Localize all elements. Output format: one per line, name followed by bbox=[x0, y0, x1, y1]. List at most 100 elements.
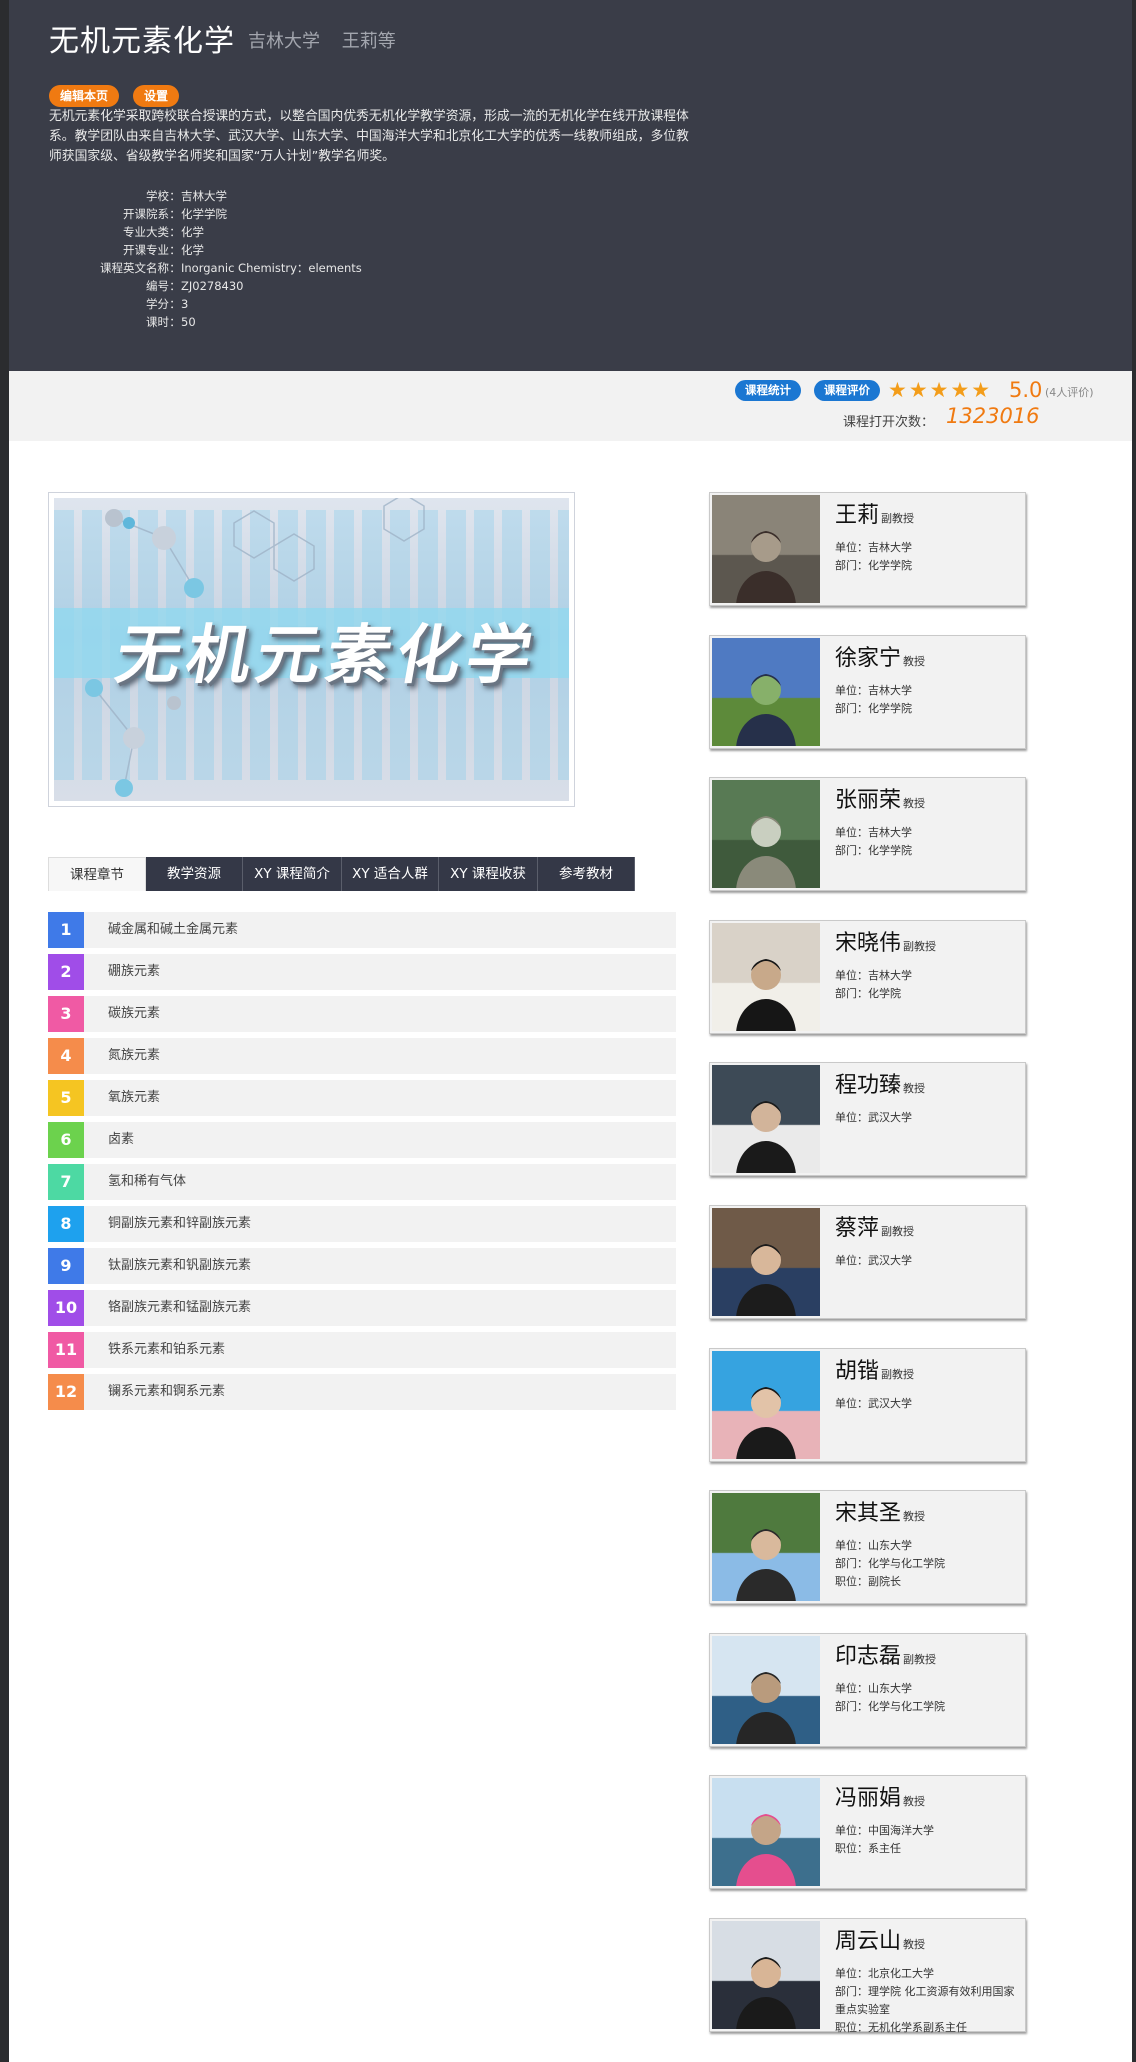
chapter-number: 5 bbox=[48, 1080, 84, 1116]
chapter-title[interactable]: 氮族元素 bbox=[108, 1038, 160, 1074]
teacher-photo[interactable] bbox=[712, 923, 820, 1031]
chapter-title[interactable]: 氧族元素 bbox=[108, 1080, 160, 1116]
chapter-item[interactable]: 1 碱金属和碱土金属元素 bbox=[48, 912, 676, 948]
teacher-name[interactable]: 宋晓伟 副教授 bbox=[835, 925, 936, 957]
course-stats-button[interactable]: 课程统计 bbox=[735, 380, 801, 401]
chapter-title[interactable]: 铁系元素和铂系元素 bbox=[108, 1332, 225, 1368]
chapter-item[interactable]: 3 碳族元素 bbox=[48, 996, 676, 1032]
info-value: 化学 bbox=[181, 225, 204, 239]
teacher-card[interactable]: 张丽荣 教授 单位：吉林大学 部门：化学学院 bbox=[709, 777, 1026, 891]
teacher-name-text[interactable]: 胡锴 bbox=[835, 1359, 879, 1384]
tab-3[interactable]: XY 课程简介 bbox=[243, 857, 342, 891]
teacher-name[interactable]: 胡锴 副教授 bbox=[835, 1353, 914, 1385]
teacher-detail-line: 部门：化学院 bbox=[835, 987, 901, 1000]
teacher-name[interactable]: 蔡萍 副教授 bbox=[835, 1210, 914, 1242]
teacher-photo[interactable] bbox=[712, 1208, 820, 1316]
teacher-name-text[interactable]: 张丽荣 bbox=[835, 788, 901, 813]
teacher-name[interactable]: 张丽荣 教授 bbox=[835, 782, 925, 814]
teacher-name[interactable]: 程功臻 教授 bbox=[835, 1067, 925, 1099]
teacher-name-text[interactable]: 冯丽娟 bbox=[835, 1786, 901, 1811]
teacher-card[interactable]: 程功臻 教授单位：武汉大学 bbox=[709, 1062, 1026, 1176]
chapter-item[interactable]: 2 硼族元素 bbox=[48, 954, 676, 990]
teacher-details: 单位：武汉大学 bbox=[835, 1109, 1025, 1127]
tab-4[interactable]: XY 适合人群 bbox=[342, 857, 439, 891]
chapter-item[interactable]: 6 卤素 bbox=[48, 1122, 676, 1158]
teacher-card[interactable]: 周云山 教授 单位：北京化工大学 部门：理学院 化工资源有效利用国家重点实验室 职位：无… bbox=[709, 1918, 1026, 2034]
teacher-name-text[interactable]: 徐家宁 bbox=[835, 646, 901, 671]
teacher-photo[interactable] bbox=[712, 780, 820, 888]
teacher-title: 副教授 bbox=[881, 512, 915, 525]
course-tabs: 课程章节 教学资源 XY 课程简介 XY 适合人群 XY 课程收获 参考教材 bbox=[48, 857, 635, 891]
chapter-item[interactable]: 5 氧族元素 bbox=[48, 1080, 676, 1116]
teacher-title: 教授 bbox=[903, 1510, 926, 1523]
chapter-title[interactable]: 卤素 bbox=[108, 1122, 134, 1158]
teacher-name-text[interactable]: 王莉 bbox=[835, 503, 879, 528]
chapter-item[interactable]: 9 钛副族元素和钒副族元素 bbox=[48, 1248, 676, 1284]
teacher-card[interactable]: 胡锴 副教授 单位：武汉大学 bbox=[709, 1348, 1026, 1462]
teacher-card[interactable]: 宋其圣 教授 单位：山东大学 部门：化学与化工学院 职位：副院长 bbox=[709, 1490, 1026, 1604]
teacher-card[interactable]: 宋晓伟 副教授 单位：吉林大学 部门：化学院 bbox=[709, 920, 1026, 1034]
edit-page-button[interactable]: 编辑本页 bbox=[49, 85, 120, 107]
info-separator: ： bbox=[169, 261, 181, 275]
teacher-name[interactable]: 宋其圣 教授 bbox=[835, 1495, 925, 1527]
teacher-name[interactable]: 周云山 教授 bbox=[835, 1923, 925, 1955]
teacher-details: 单位：山东大学 部门：化学与化工学院 bbox=[835, 1680, 1025, 1716]
chapter-item[interactable]: 8 铜副族元素和锌副族元素 bbox=[48, 1206, 676, 1242]
chapter-item[interactable]: 4 氮族元素 bbox=[48, 1038, 676, 1074]
teacher-detail-line: 部门：化学学院 bbox=[835, 559, 912, 572]
teacher-photo[interactable] bbox=[712, 638, 820, 746]
right-border bbox=[1132, 0, 1136, 2062]
chapter-number: 12 bbox=[48, 1374, 84, 1410]
teacher-photo[interactable] bbox=[712, 495, 820, 603]
teacher-name[interactable]: 王莉 副教授 bbox=[835, 497, 914, 529]
course-school[interactable]: 吉林大学 bbox=[248, 31, 320, 52]
chapter-title[interactable]: 铬副族元素和锰副族元素 bbox=[108, 1290, 251, 1326]
chapter-title[interactable]: 钛副族元素和钒副族元素 bbox=[108, 1248, 251, 1284]
tab-1[interactable]: 课程章节 bbox=[48, 857, 146, 891]
chapter-title[interactable]: 硼族元素 bbox=[108, 954, 160, 990]
chapter-number: 1 bbox=[48, 912, 84, 948]
person-icon bbox=[736, 1387, 796, 1459]
teacher-detail-line: 部门：化学学院 bbox=[835, 844, 912, 857]
chapter-title[interactable]: 碱金属和碱土金属元素 bbox=[108, 912, 238, 948]
teacher-name-text[interactable]: 印志磊 bbox=[835, 1644, 901, 1669]
teacher-card[interactable]: 王莉 副教授 单位：吉林大学 部门：化学学院 bbox=[709, 492, 1026, 606]
teacher-name[interactable]: 冯丽娟 教授 bbox=[835, 1780, 925, 1812]
tab-5[interactable]: XY 课程收获 bbox=[439, 857, 538, 891]
tab-2[interactable]: 教学资源 bbox=[146, 857, 243, 891]
teacher-detail-line: 部门：化学与化工学院 bbox=[835, 1700, 945, 1713]
info-separator: ： bbox=[169, 207, 181, 221]
chapter-title[interactable]: 镧系元素和锕系元素 bbox=[108, 1374, 225, 1410]
chapter-item[interactable]: 12 镧系元素和锕系元素 bbox=[48, 1374, 676, 1410]
teacher-photo[interactable] bbox=[712, 1636, 820, 1744]
rating-count: (4人评价) bbox=[1045, 386, 1094, 399]
chapter-item[interactable]: 10 铬副族元素和锰副族元素 bbox=[48, 1290, 676, 1326]
chapter-item[interactable]: 11 铁系元素和铂系元素 bbox=[48, 1332, 676, 1368]
tab-6[interactable]: 参考教材 bbox=[538, 857, 635, 891]
teacher-title: 教授 bbox=[903, 1795, 926, 1808]
teacher-name-text[interactable]: 宋晓伟 bbox=[835, 931, 901, 956]
teacher-photo[interactable] bbox=[712, 1351, 820, 1459]
teacher-card[interactable]: 蔡萍 副教授 单位：武汉大学 bbox=[709, 1205, 1026, 1319]
teacher-name-text[interactable]: 蔡萍 bbox=[835, 1216, 879, 1241]
course-review-button[interactable]: 课程评价 bbox=[814, 380, 880, 401]
teacher-name[interactable]: 印志磊 副教授 bbox=[835, 1638, 936, 1670]
chapter-item[interactable]: 7 氢和稀有气体 bbox=[48, 1164, 676, 1200]
chapter-title[interactable]: 碳族元素 bbox=[108, 996, 160, 1032]
teacher-name-text[interactable]: 程功臻 bbox=[835, 1073, 901, 1098]
course-teachers[interactable]: 王莉等 bbox=[342, 31, 396, 52]
chapter-title[interactable]: 氢和稀有气体 bbox=[108, 1164, 186, 1200]
chapter-title[interactable]: 铜副族元素和锌副族元素 bbox=[108, 1206, 251, 1242]
teacher-name-text[interactable]: 宋其圣 bbox=[835, 1501, 901, 1526]
teacher-card[interactable]: 印志磊 副教授单位：山东大学 部门：化学与化工学院 bbox=[709, 1633, 1026, 1747]
teacher-card[interactable]: 冯丽娟 教授 单位：中国海洋大学 职位：系主任 bbox=[709, 1775, 1026, 1889]
teacher-name-text[interactable]: 周云山 bbox=[835, 1929, 901, 1954]
settings-button[interactable]: 设置 bbox=[133, 85, 180, 107]
info-separator: ： bbox=[169, 243, 181, 257]
teacher-photo[interactable] bbox=[712, 1921, 820, 2029]
teacher-photo[interactable] bbox=[712, 1065, 820, 1173]
teacher-photo[interactable] bbox=[712, 1778, 820, 1886]
teacher-name[interactable]: 徐家宁 教授 bbox=[835, 640, 925, 672]
teacher-photo[interactable] bbox=[712, 1493, 820, 1601]
teacher-card[interactable]: 徐家宁 教授 单位：吉林大学 部门：化学学院 bbox=[709, 635, 1026, 749]
